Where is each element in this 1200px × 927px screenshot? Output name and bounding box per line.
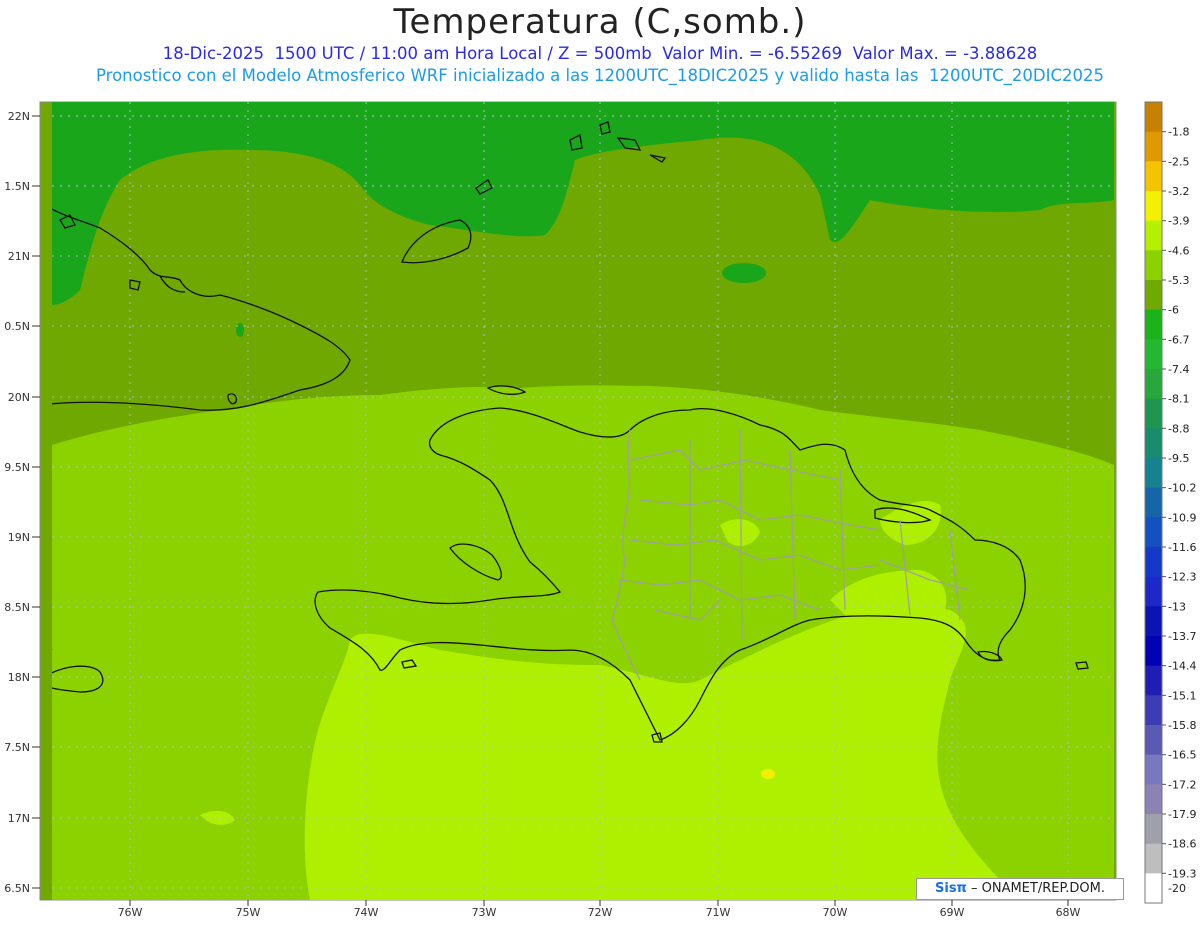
- colorbar-label: -17.2: [1168, 778, 1196, 791]
- colorbar-swatch: [1145, 428, 1162, 459]
- colorbar-label: -3.2: [1168, 185, 1189, 198]
- colorbar-label: -15.1: [1168, 689, 1196, 702]
- colorbar-swatch: [1145, 754, 1162, 785]
- colorbar-label: -11.6: [1168, 541, 1196, 554]
- colorbar-swatch: [1145, 339, 1162, 370]
- colorbar-swatch: [1145, 873, 1162, 904]
- sispi-logo: Sisπ: [935, 881, 967, 896]
- colorbar-label: -13.7: [1168, 630, 1196, 643]
- lon-label: 71W: [706, 906, 731, 919]
- colorbar-swatch: [1145, 814, 1162, 845]
- colorbar-label: -12.3: [1168, 571, 1196, 584]
- lon-label: 74W: [354, 906, 379, 919]
- colorbar-swatch: [1145, 725, 1162, 756]
- colorbar-swatch: [1145, 102, 1162, 133]
- shade-yellow-dot: [761, 769, 775, 779]
- colorbar-swatch: [1145, 398, 1162, 429]
- colorbar-label: -20: [1168, 882, 1186, 895]
- colorbar-label: -6.7: [1168, 333, 1189, 346]
- lat-label: 19N: [8, 531, 30, 544]
- colorbar-label: -5.3: [1168, 274, 1189, 287]
- shade-dark-green-blob: [722, 263, 766, 283]
- colorbar-label: -8.8: [1168, 422, 1189, 435]
- colorbar-swatch: [1145, 161, 1162, 192]
- colorbar-swatch: [1145, 487, 1162, 518]
- colorbar-swatch: [1145, 280, 1162, 311]
- colorbar-label: -10.2: [1168, 482, 1196, 495]
- lon-label: 73W: [472, 906, 497, 919]
- colorbar-swatch: [1145, 309, 1162, 340]
- colorbar-label: -1.8: [1168, 126, 1189, 139]
- colorbar-label: -8.1: [1168, 393, 1189, 406]
- colorbar-swatch: [1145, 606, 1162, 637]
- colorbar-swatch: [1145, 576, 1162, 607]
- lat-label: 17N: [8, 812, 30, 825]
- colorbar-label: -16.5: [1168, 749, 1196, 762]
- colorbar-label: -17.9: [1168, 808, 1196, 821]
- lon-label: 68W: [1056, 906, 1081, 919]
- colorbar-label: -9.5: [1168, 452, 1189, 465]
- colorbar: -1.8 -2.5 -3.2 -3.9 -4.6 -5.3 -6 -6.7 -7.4 -8.1 -8…: [1144, 101, 1196, 904]
- lat-label: 21N: [8, 250, 30, 263]
- credit-text: – ONAMET/REP.DOM.: [966, 881, 1105, 896]
- colorbar-label: -14.4: [1168, 660, 1196, 673]
- colorbar-label: -18.6: [1168, 838, 1196, 851]
- lon-label: 69W: [940, 906, 965, 919]
- colorbar-swatch: [1145, 636, 1162, 667]
- colorbar-label: -13: [1168, 600, 1186, 613]
- lat-label: 1.5N: [4, 180, 30, 193]
- colorbar-label: -19.3: [1168, 867, 1196, 880]
- colorbar-swatch: [1145, 784, 1162, 815]
- lat-label: 6.5N: [4, 882, 30, 895]
- colorbar-label: -15.8: [1168, 719, 1196, 732]
- lat-label: 22N: [8, 110, 30, 123]
- colorbar-label: -4.6: [1168, 244, 1189, 257]
- lon-label: 70W: [823, 906, 848, 919]
- colorbar-label: -10.9: [1168, 511, 1196, 524]
- colorbar-swatch: [1145, 547, 1162, 578]
- colorbar-swatch: [1145, 843, 1162, 874]
- colorbar-swatch: [1145, 131, 1162, 162]
- credit-box: Sisπ – ONAMET/REP.DOM.: [916, 878, 1124, 900]
- colorbar-swatch: [1145, 695, 1162, 726]
- colorbar-label: -3.9: [1168, 215, 1189, 228]
- lat-label: 8.5N: [4, 601, 30, 614]
- colorbar-swatch: [1145, 369, 1162, 400]
- colorbar-swatch: [1145, 665, 1162, 696]
- lon-label: 75W: [236, 906, 261, 919]
- colorbar-swatch: [1145, 220, 1162, 251]
- colorbar-label: -6: [1168, 304, 1179, 317]
- lat-label: 0.5N: [4, 320, 30, 333]
- colorbar-swatch: [1145, 250, 1162, 281]
- lat-label: 18N: [8, 671, 30, 684]
- lon-axis: 76W 75W 74W 73W 72W 71W 70W 69W 68W: [118, 906, 1081, 919]
- shade-dark-green-blob-2: [236, 323, 244, 337]
- colorbar-swatch: [1145, 517, 1162, 548]
- map-plot: 22N 1.5N 21N 0.5N 20N 9.5N 19N 8.5N 18N …: [4, 101, 1196, 919]
- colorbar-label: -2.5: [1168, 155, 1189, 168]
- lon-label: 72W: [588, 906, 613, 919]
- lon-label: 76W: [118, 906, 143, 919]
- lat-label: 20N: [8, 391, 30, 404]
- colorbar-swatch: [1145, 191, 1162, 222]
- lat-ticks: [32, 115, 40, 889]
- colorbar-label: -7.4: [1168, 363, 1189, 376]
- lat-label: 7.5N: [4, 741, 30, 754]
- colorbar-swatch: [1145, 458, 1162, 489]
- lat-axis: 22N 1.5N 21N 0.5N 20N 9.5N 19N 8.5N 18N …: [4, 110, 30, 895]
- lat-label: 9.5N: [4, 461, 30, 474]
